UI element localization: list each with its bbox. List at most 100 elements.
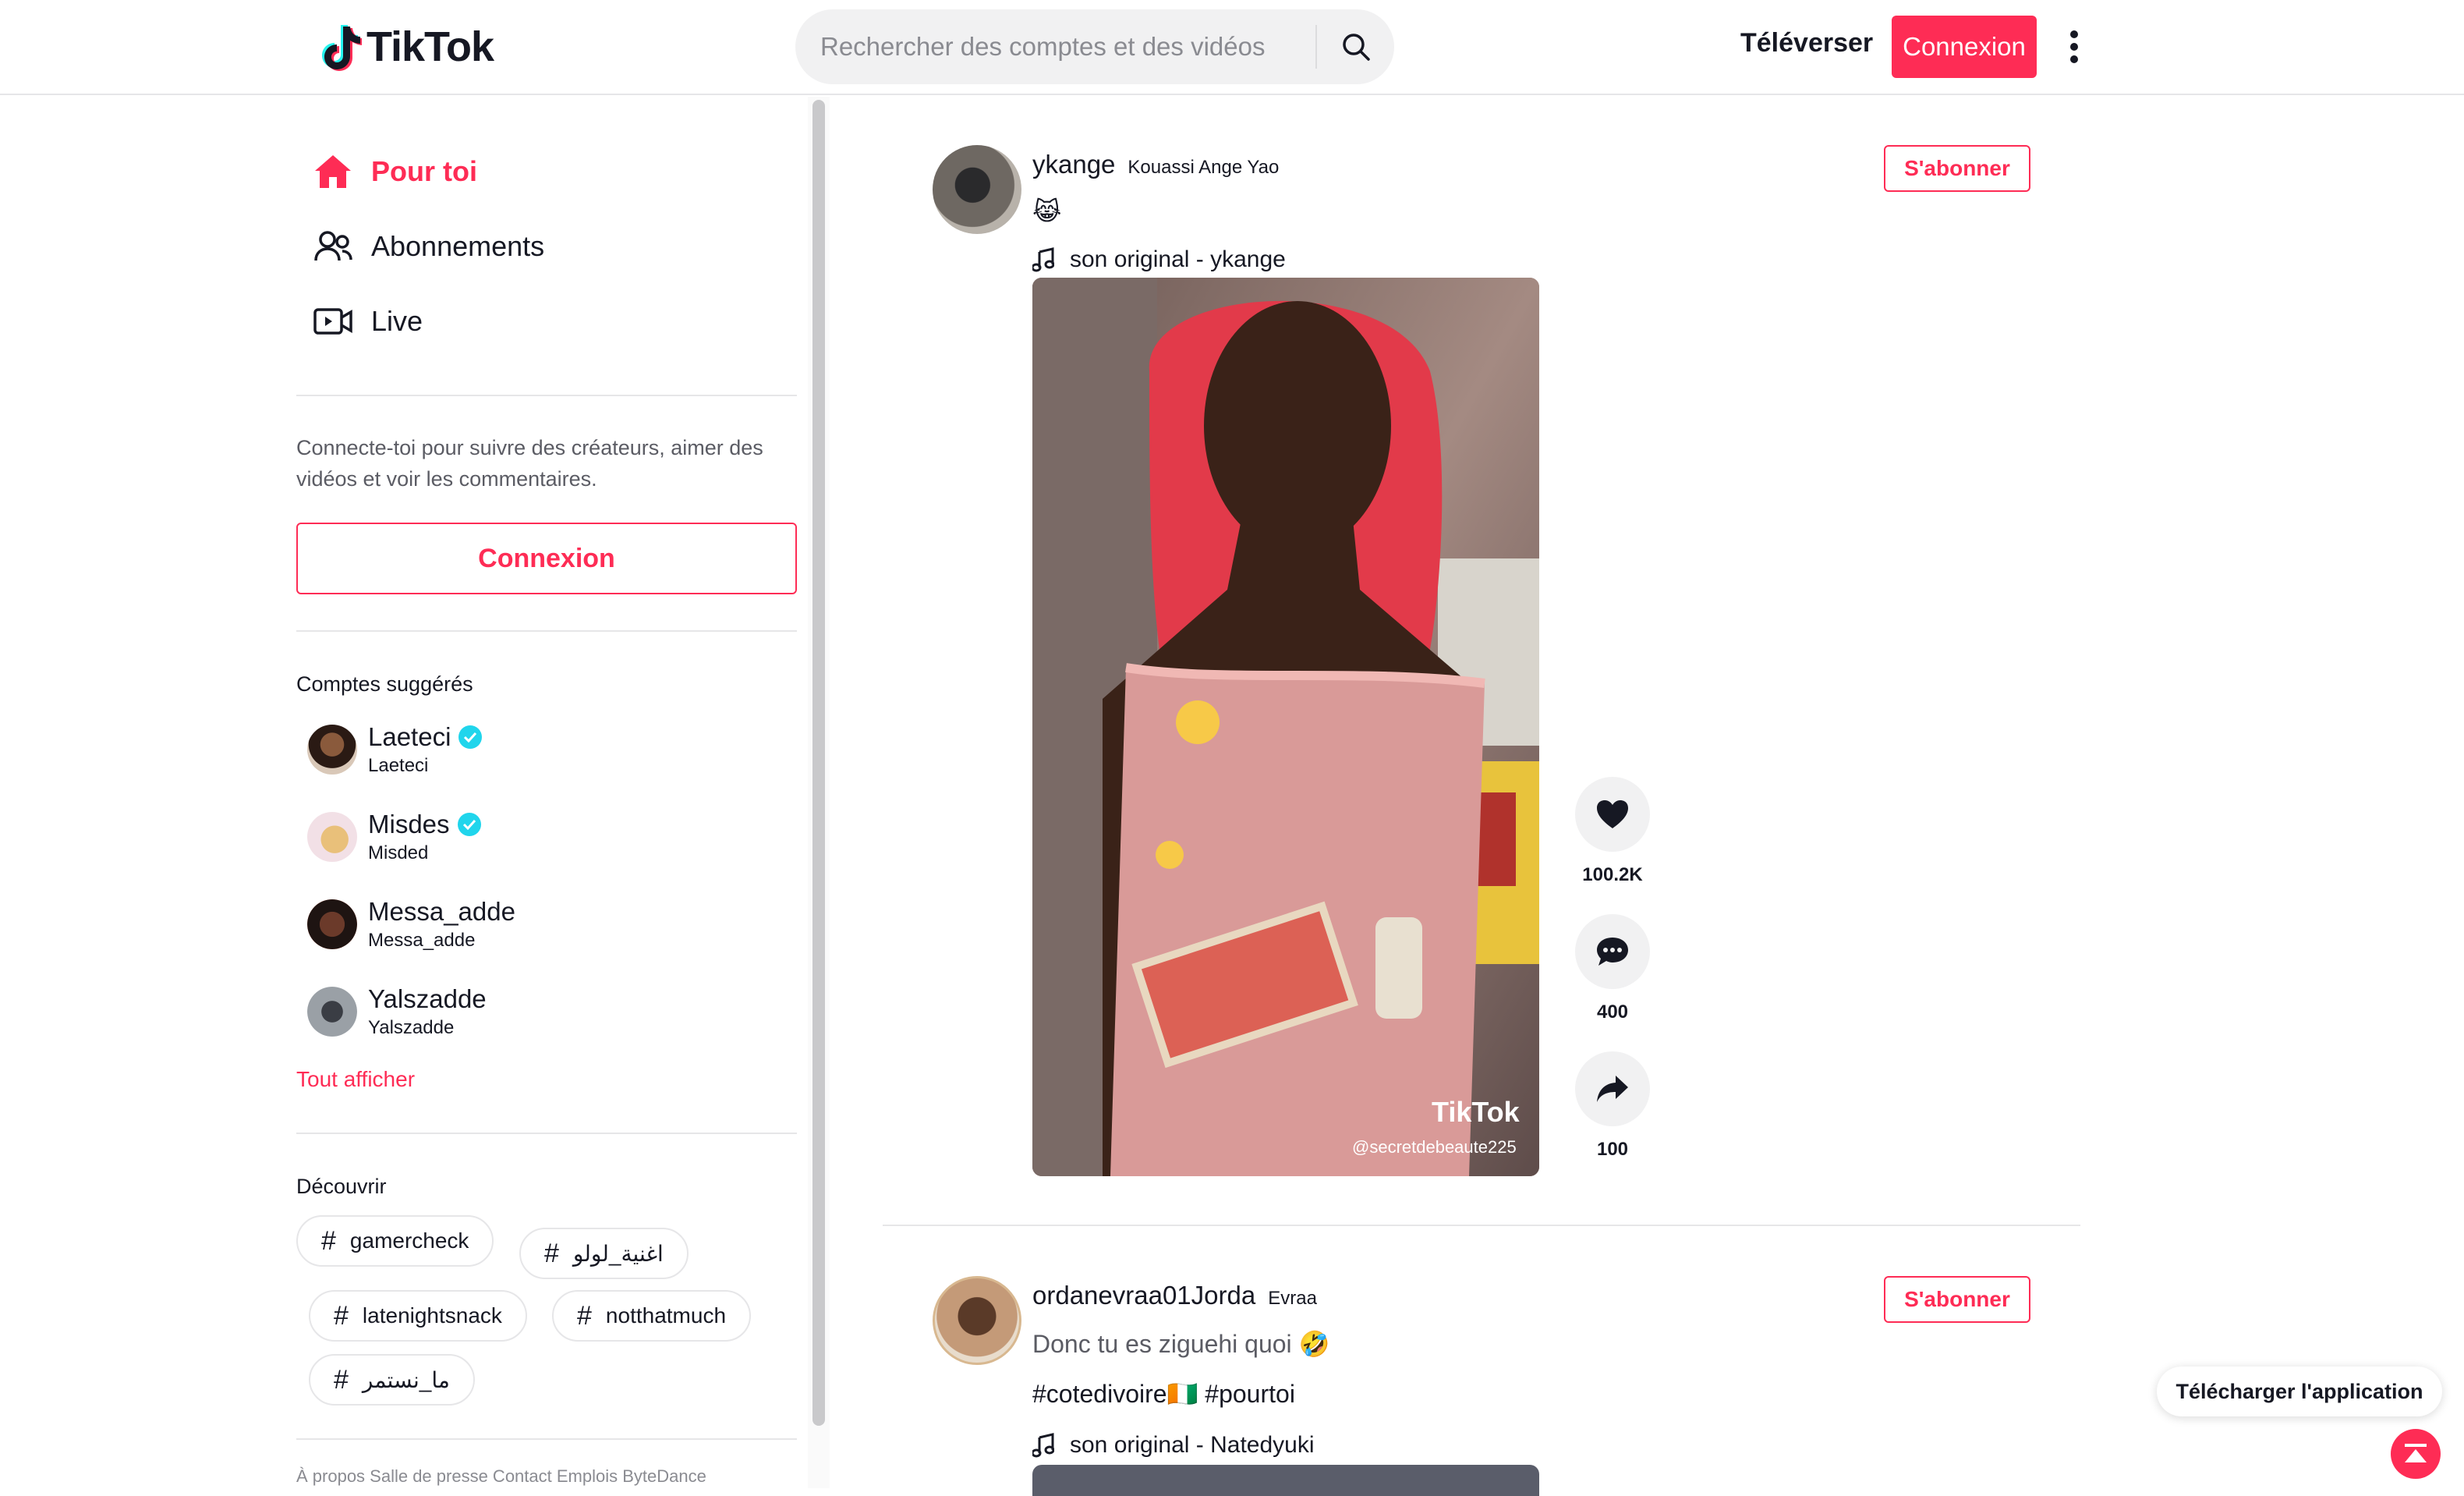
footer-links[interactable]: À propos Salle de presse Contact Emplois… [296,1466,706,1487]
post-caption: 😹 [1032,197,1062,225]
discover-tag[interactable]: # اغنية_لولو [519,1228,689,1279]
logo-text: TikTok [366,23,494,70]
upload-button[interactable]: Téléverser [1740,28,1873,58]
avatar [307,725,357,775]
video-player[interactable]: TikTok @secretdebeaute225 [1032,278,1539,1176]
account-name: Misdes [368,810,450,838]
video-player[interactable] [1032,1465,1539,1496]
post-author[interactable]: ykange Kouassi Ange Yao [1032,150,1279,179]
tag-label: latenightsnack [362,1303,502,1328]
post-username: ykange [1032,150,1116,179]
account-username: Misded [368,842,429,863]
verified-badge-icon [458,725,483,749]
suggested-account[interactable]: Laeteci Laeteci [307,714,483,785]
comment-icon [1597,938,1628,966]
sidebar-divider [296,395,797,396]
heart-icon [1597,800,1628,828]
nav-following[interactable]: Abonnements [312,223,544,270]
sidebar-divider [296,1133,797,1134]
sidebar-divider [296,1438,797,1440]
arrow-up-icon [2405,1444,2427,1462]
hashtag-icon: # [544,1238,559,1268]
search-button[interactable] [1317,9,1394,84]
post-hashtags[interactable]: #cotedivoire🇨🇮 #pourtoi [1032,1379,1295,1409]
home-icon [312,151,354,193]
share-count: 100 [1596,1139,1629,1160]
hashtag-icon: # [577,1300,592,1331]
search-icon [1342,34,1370,61]
video-frame: TikTok @secretdebeaute225 [1032,278,1539,1176]
discover-title: Découvrir [296,1175,387,1198]
post-username: ordanevraa01Jorda [1032,1281,1256,1310]
nav-label: Abonnements [371,230,545,262]
search-input[interactable] [820,32,1299,62]
nav-label: Live [371,305,423,337]
discover-tag[interactable]: # notthatmuch [552,1290,752,1342]
back-to-top-button[interactable] [2391,1429,2441,1479]
music-label: son original - Natedyuki [1070,1432,1315,1458]
discover-tag[interactable]: # gamercheck [296,1215,494,1267]
tiktok-logo[interactable]: TikTok [320,22,494,72]
like-button[interactable] [1575,777,1650,852]
people-icon [312,225,354,268]
nav-for-you[interactable]: Pour toi [312,148,477,195]
share-icon [1597,1076,1628,1102]
watermark-logo: TikTok [1432,1096,1521,1128]
login-hint-text: Connecte-toi pour suivre des créateurs, … [296,436,763,491]
music-note-icon [1032,247,1054,272]
watermark-handle: @secretdebeaute225 [1352,1137,1517,1157]
comment-button[interactable] [1575,914,1650,989]
sidebar-divider [296,630,797,632]
post-nickname: Kouassi Ange Yao [1128,157,1280,178]
hashtag-icon: # [334,1300,349,1331]
tag-label: notthatmuch [605,1303,727,1328]
tag-label: gamercheck [349,1228,469,1253]
sidebar-scrollbar-thumb[interactable] [812,100,825,1426]
discover-tag[interactable]: # latenightsnack [309,1290,527,1342]
comment-count: 400 [1596,1001,1629,1023]
post-music[interactable]: son original - ykange [1032,246,1286,273]
music-label: son original - ykange [1070,246,1286,272]
sidebar: Pour toi Abonnements Live Connecte-toi p… [0,97,830,1488]
tag-label: اغنية_لولو [572,1241,664,1266]
post-author[interactable]: ordanevraa01Jorda Evraa [1032,1281,1317,1310]
login-button[interactable]: Connexion [1892,16,2037,78]
sidebar-login-button[interactable]: Connexion [296,523,797,594]
share-button[interactable] [1575,1051,1650,1126]
top-bar: TikTok Téléverser Connexion [0,0,2464,95]
search-bar [795,9,1394,84]
post-author-avatar[interactable] [933,145,1021,234]
suggested-account[interactable]: Yalszadde Yalszadde [307,977,487,1047]
more-options-icon[interactable] [2065,28,2083,66]
follow-button[interactable]: S'abonner [1884,1276,2030,1323]
account-username: Messa_adde [368,930,476,951]
account-name: Messa_adde [368,897,515,926]
avatar [307,987,357,1037]
live-icon [312,300,354,342]
discover-tag[interactable]: # ما_نستمر [309,1354,475,1406]
get-app-button[interactable]: Télécharger l'application [2157,1367,2442,1416]
suggested-account[interactable]: Misdes Misded [307,802,481,872]
nav-label: Pour toi [371,155,477,187]
verified-badge-icon [457,813,481,836]
suggested-account[interactable]: Messa_adde Messa_adde [307,889,515,959]
post-music[interactable]: son original - Natedyuki [1032,1432,1315,1459]
nav-live[interactable]: Live [312,298,423,345]
post-author-avatar[interactable] [933,1276,1021,1365]
avatar [307,899,357,949]
avatar [307,812,357,862]
music-note-icon [1032,1433,1054,1458]
account-name: Yalszadde [368,984,487,1013]
account-name: Laeteci [368,722,451,751]
account-username: Laeteci [368,755,429,776]
post-caption: Donc tu es ziguehi quoi 🤣 [1032,1330,1330,1358]
see-all-link[interactable]: Tout afficher [296,1067,415,1092]
follow-button[interactable]: S'abonner [1884,145,2030,192]
tag-label: ما_نستمر [362,1367,450,1392]
feed-divider [883,1225,2080,1226]
hashtag-icon: # [321,1225,336,1256]
post-nickname: Evraa [1268,1288,1317,1309]
hashtag-icon: # [334,1364,349,1395]
suggested-accounts-title: Comptes suggérés [296,672,473,696]
like-count: 100.2K [1582,864,1643,885]
